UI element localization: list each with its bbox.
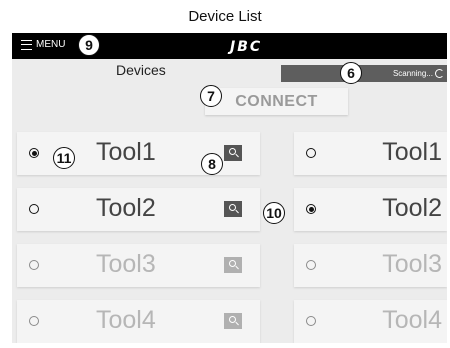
callout-scan: 6 bbox=[340, 62, 362, 84]
hamburger-icon bbox=[21, 39, 32, 50]
jbc-logo: JBC bbox=[230, 39, 263, 55]
search-button[interactable] bbox=[224, 145, 242, 161]
menu-button[interactable]: MENU bbox=[21, 39, 65, 50]
radio-button[interactable] bbox=[29, 204, 39, 214]
device-card-left-2[interactable]: Tool2 bbox=[17, 188, 260, 231]
radio-button[interactable] bbox=[29, 148, 39, 158]
device-label: Tool1 bbox=[96, 138, 156, 166]
device-label: Tool3 bbox=[382, 250, 442, 278]
device-label: Tool2 bbox=[96, 194, 156, 222]
devices-heading: Devices bbox=[116, 62, 166, 78]
radio-button[interactable] bbox=[306, 204, 316, 214]
callout-right-radio: 10 bbox=[263, 202, 285, 224]
radio-button[interactable] bbox=[29, 260, 39, 270]
device-card-right-2[interactable]: Tool2 bbox=[294, 188, 447, 231]
device-card-left-3[interactable]: Tool3 bbox=[17, 244, 260, 287]
radio-button[interactable] bbox=[306, 316, 316, 326]
scan-status-bar: Scanning... bbox=[281, 65, 447, 82]
callout-left-radio: 11 bbox=[53, 147, 75, 169]
device-screen: MENU JBC Devices Scanning... CONNECT Too… bbox=[12, 33, 447, 343]
device-label: Tool2 bbox=[382, 194, 442, 222]
device-label: Tool4 bbox=[382, 306, 442, 334]
refresh-icon[interactable] bbox=[435, 69, 444, 78]
radio-button[interactable] bbox=[29, 316, 39, 326]
device-label: Tool1 bbox=[382, 138, 442, 166]
device-card-right-1[interactable]: Tool1 bbox=[294, 132, 447, 175]
menu-label: MENU bbox=[36, 39, 66, 50]
document-title: Device List bbox=[188, 8, 262, 25]
device-card-left-4[interactable]: Tool4 bbox=[17, 300, 260, 343]
device-card-right-4[interactable]: Tool4 bbox=[294, 300, 447, 343]
radio-button[interactable] bbox=[306, 148, 316, 158]
radio-button[interactable] bbox=[306, 260, 316, 270]
search-button[interactable] bbox=[224, 257, 242, 273]
scan-status-text: Scanning... bbox=[392, 69, 433, 78]
search-button[interactable] bbox=[224, 201, 242, 217]
callout-connect: 7 bbox=[200, 85, 222, 107]
callout-search: 8 bbox=[201, 153, 223, 175]
device-label: Tool4 bbox=[96, 306, 156, 334]
connect-button[interactable]: CONNECT bbox=[205, 88, 348, 115]
device-label: Tool3 bbox=[96, 250, 156, 278]
device-card-right-3[interactable]: Tool3 bbox=[294, 244, 447, 287]
search-button[interactable] bbox=[224, 313, 242, 329]
callout-menu: 9 bbox=[78, 34, 100, 56]
